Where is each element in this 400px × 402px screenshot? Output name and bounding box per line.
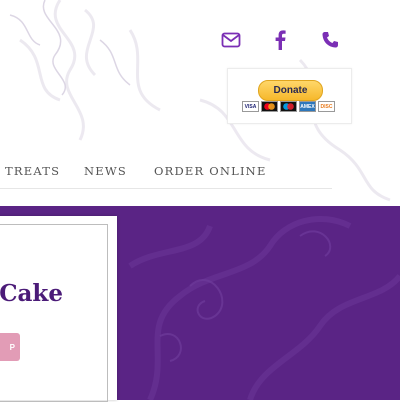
promo-headline: y Cake! bbox=[0, 280, 63, 307]
nav-item-news[interactable]: NEWS bbox=[84, 164, 127, 178]
featured-promo-card: y Cake! P bbox=[0, 216, 117, 402]
mastercard-icon bbox=[261, 101, 278, 112]
promo-card-border: y Cake! P bbox=[0, 224, 108, 402]
phone-icon[interactable] bbox=[316, 26, 344, 54]
promo-shop-button[interactable]: P bbox=[0, 333, 20, 361]
visa-card-icon: VISA bbox=[242, 101, 259, 112]
donate-button[interactable]: Donate bbox=[258, 80, 323, 101]
decorative-mark bbox=[0, 257, 3, 263]
paypal-donate-widget: Donate VISA AMEX DISC bbox=[227, 68, 352, 124]
facebook-icon[interactable] bbox=[266, 26, 294, 54]
social-links bbox=[214, 26, 354, 54]
main-navigation: TREATS NEWS ORDER ONLINE bbox=[0, 164, 400, 180]
discover-card-icon: DISC bbox=[318, 101, 335, 112]
payment-cards: VISA AMEX DISC bbox=[242, 101, 335, 112]
nav-item-order-online[interactable]: ORDER ONLINE bbox=[154, 164, 267, 178]
envelope-icon[interactable] bbox=[217, 26, 245, 54]
maestro-card-icon bbox=[280, 101, 297, 112]
nav-item-treats[interactable]: TREATS bbox=[5, 164, 60, 178]
header-area: Donate VISA AMEX DISC TREATS NEWS ORDER … bbox=[0, 0, 400, 206]
nav-divider bbox=[0, 188, 332, 189]
amex-card-icon: AMEX bbox=[299, 101, 316, 112]
